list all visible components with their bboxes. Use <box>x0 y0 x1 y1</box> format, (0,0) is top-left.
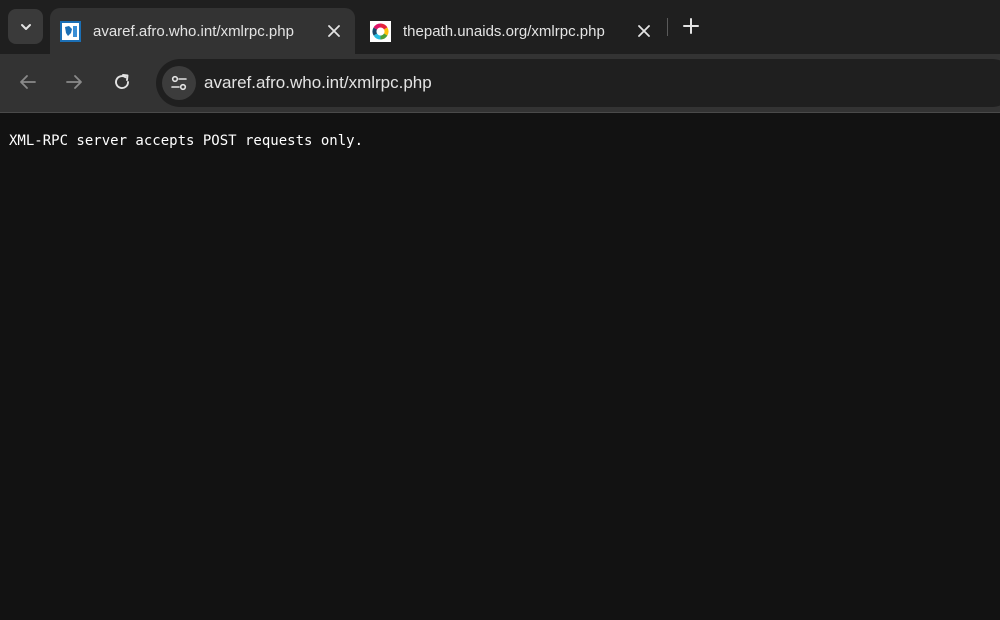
tab-close-button[interactable] <box>631 18 657 44</box>
new-tab-button[interactable] <box>677 12 705 40</box>
page-content: XML-RPC server accepts POST requests onl… <box>0 113 1000 620</box>
tab-title: thepath.unaids.org/xmlrpc.php <box>403 22 605 40</box>
tab-title: avaref.afro.who.int/xmlrpc.php <box>93 22 294 40</box>
back-arrow-icon <box>20 75 36 89</box>
forward-button[interactable] <box>58 66 90 98</box>
close-icon <box>638 25 650 37</box>
forward-arrow-icon <box>66 75 82 89</box>
tune-icon <box>171 75 187 91</box>
reload-icon <box>115 74 129 89</box>
tab-avaref[interactable]: avaref.afro.who.int/xmlrpc.php <box>50 8 355 54</box>
plus-icon <box>683 18 699 34</box>
tab-thepath[interactable]: thepath.unaids.org/xmlrpc.php <box>360 8 665 54</box>
reload-button[interactable] <box>106 66 138 98</box>
close-icon <box>328 25 340 37</box>
tab-strip: avaref.afro.who.int/xmlrpc.php thepath.u… <box>0 0 1000 54</box>
page-body-text: XML-RPC server accepts POST requests onl… <box>9 133 364 149</box>
sdg-wheel-favicon <box>370 20 391 42</box>
who-afro-favicon <box>60 20 81 42</box>
site-info-button[interactable] <box>162 66 196 100</box>
tab-search-button[interactable] <box>8 9 43 44</box>
address-bar[interactable]: avaref.afro.who.int/xmlrpc.php <box>156 59 1000 107</box>
url-text[interactable]: avaref.afro.who.int/xmlrpc.php <box>204 73 432 93</box>
tab-divider <box>667 18 668 36</box>
tab-close-button[interactable] <box>321 18 347 44</box>
back-button[interactable] <box>12 66 44 98</box>
navigation-toolbar: avaref.afro.who.int/xmlrpc.php <box>0 54 1000 112</box>
chevron-down-icon <box>20 23 31 30</box>
